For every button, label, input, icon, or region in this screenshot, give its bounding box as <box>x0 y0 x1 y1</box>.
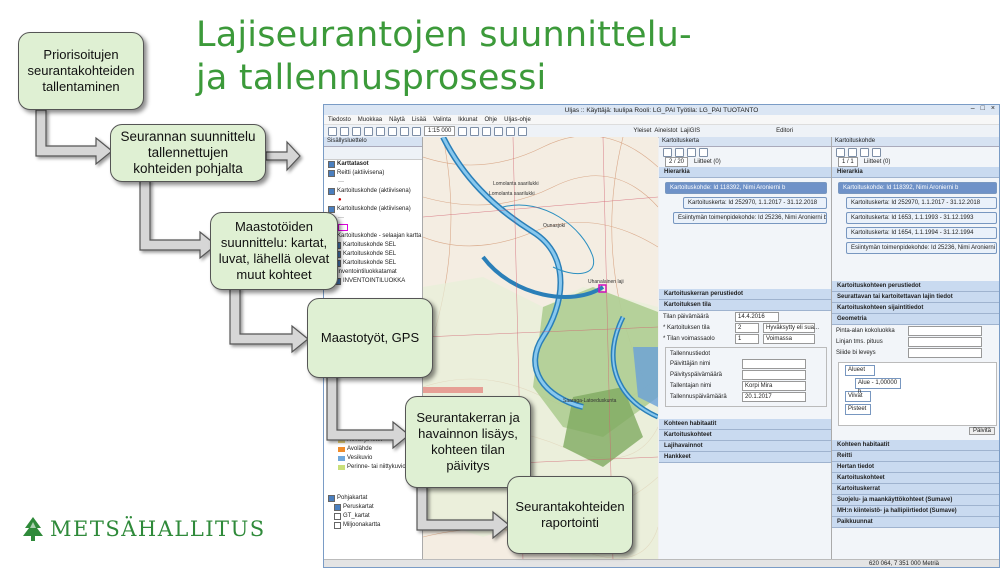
flow-arrow <box>265 140 301 172</box>
step-box-1: Priorisoitujen seurantakohteiden tallent… <box>18 32 144 110</box>
flow-arrow <box>35 109 113 166</box>
step-label: Seurantakohteiden raportointi <box>515 499 625 530</box>
step-box-6: Seurantakohteiden raportointi <box>507 476 633 554</box>
step-box-4: Maastotyöt, GPS <box>307 298 433 378</box>
step-label: Maastotöiden suunnittelu: kartat, luvat,… <box>218 219 330 282</box>
step-label: Priorisoitujen seurantakohteiden tallent… <box>27 47 135 94</box>
logo-text: METSÄHALLITUS <box>50 517 266 541</box>
flow-arrow <box>416 485 510 540</box>
flow-arrow <box>229 287 309 354</box>
metsahallitus-logo: METSÄHALLITUS <box>22 516 266 542</box>
step-box-5: Seurantakerran ja havainnon lisäys, koht… <box>405 396 531 488</box>
flow-arrow <box>139 179 217 260</box>
step-box-2: Seurannan suunnittelu tallennettujen koh… <box>110 124 266 182</box>
step-box-3: Maastotöiden suunnittelu: kartat, luvat,… <box>210 212 338 290</box>
step-label: Maastotyöt, GPS <box>320 330 420 345</box>
step-label: Seurantakerran ja havainnon lisäys, koht… <box>416 410 520 473</box>
tree-logo-icon <box>23 517 43 541</box>
flow-arrow <box>326 369 410 450</box>
step-label: Seurannan suunnittelu tallennettujen koh… <box>120 129 256 176</box>
